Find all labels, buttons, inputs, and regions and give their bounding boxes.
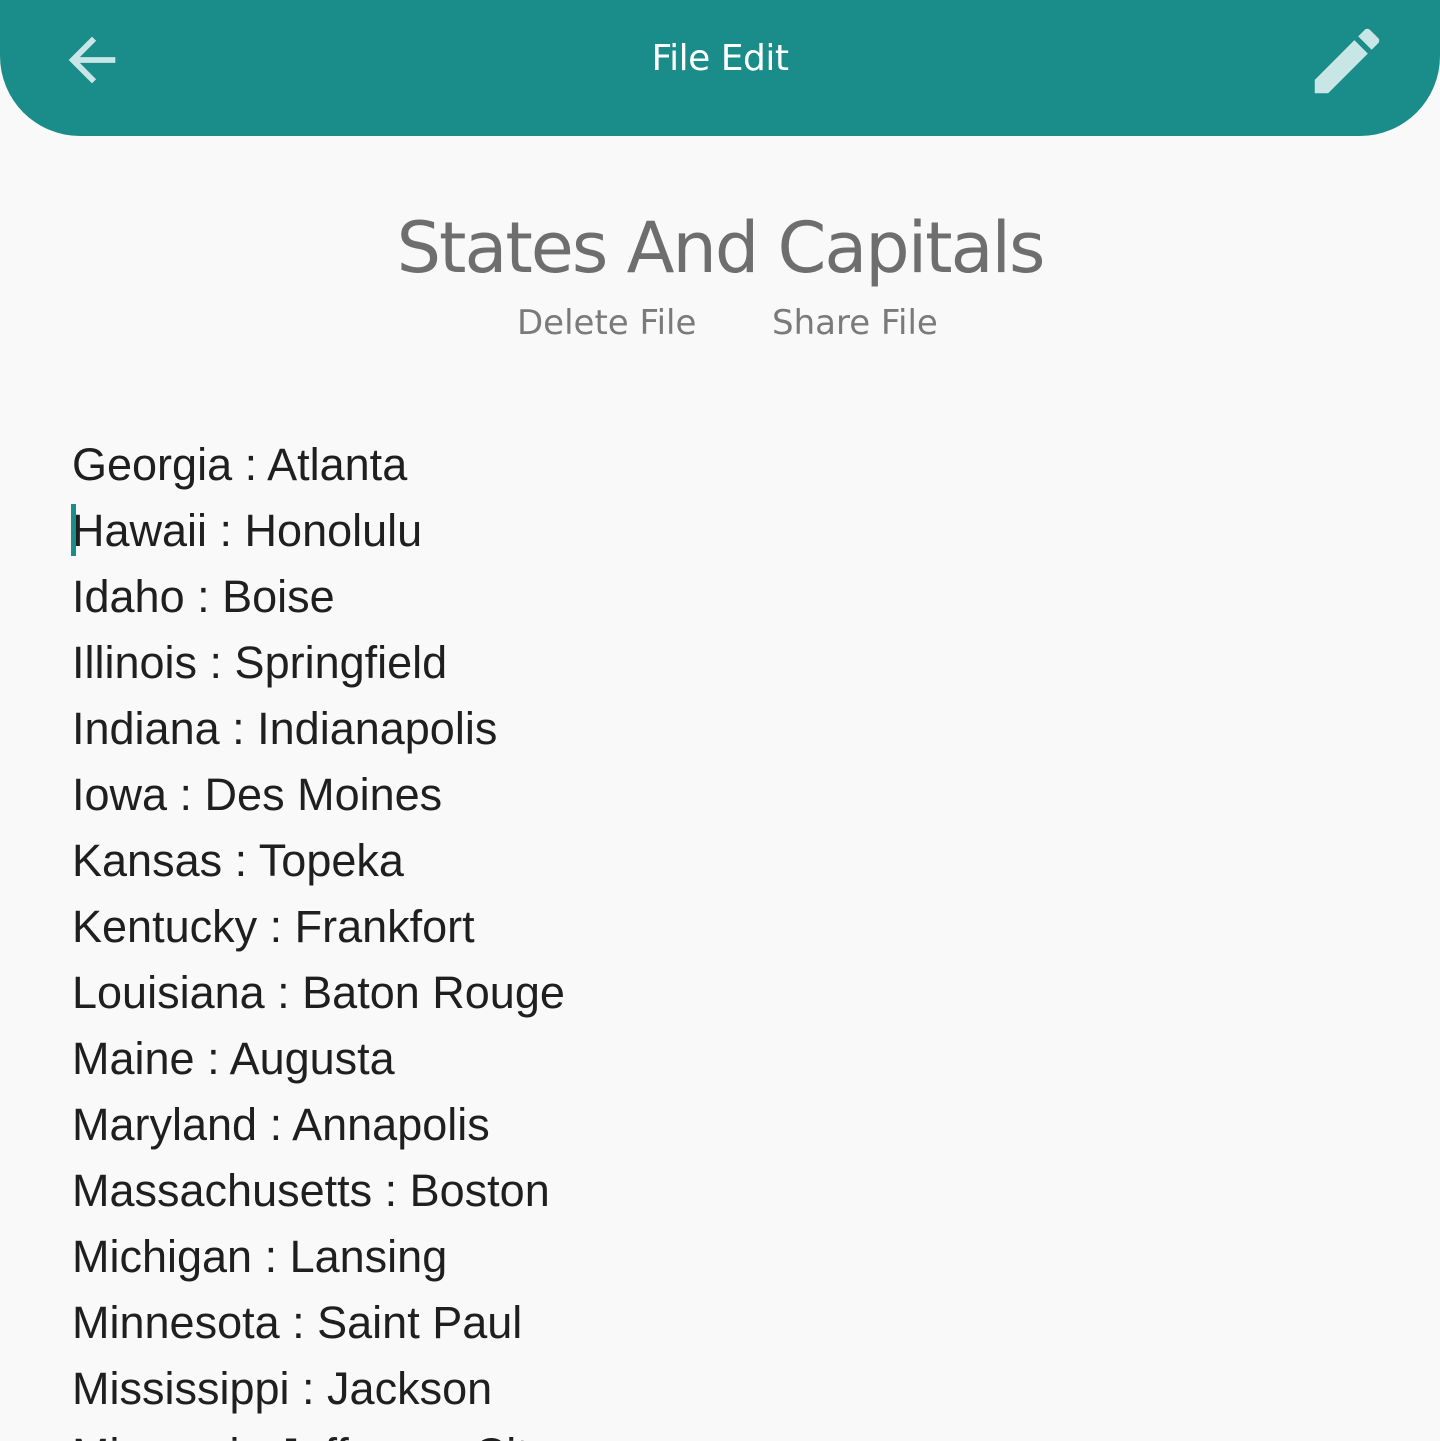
editor-line: Georgia : Atlanta	[72, 439, 408, 490]
editor-line: Idaho : Boise	[72, 571, 335, 622]
edit-button[interactable]	[1300, 16, 1394, 106]
editor-line: Minnesota : Saint Paul	[72, 1297, 523, 1348]
file-content-editor[interactable]: Georgia : Atlanta Hawaii : Honolulu Idah…	[72, 432, 1372, 1441]
editor-line: Mississippi : Jackson	[72, 1363, 493, 1414]
app-bar: File Edit	[0, 0, 1440, 136]
editor-line: Missouri : Jefferson City	[72, 1422, 1372, 1441]
editor-line: Iowa : Des Moines	[72, 769, 443, 820]
editor-line: Massachusetts : Boston	[72, 1165, 550, 1216]
editor-line: Illinois : Springfield	[72, 637, 448, 688]
text-cursor	[71, 504, 76, 556]
editor-line: Michigan : Lansing	[72, 1231, 448, 1282]
share-file-link[interactable]: Share File	[772, 298, 938, 348]
editor-line: Kentucky : Frankfort	[72, 901, 475, 952]
editor-line: Maine : Augusta	[72, 1033, 395, 1084]
editor-line: Louisiana : Baton Rouge	[72, 967, 565, 1018]
pencil-icon	[1314, 28, 1380, 94]
editor-line: Indiana : Indianapolis	[72, 703, 498, 754]
editor-line: Maryland : Annapolis	[72, 1099, 490, 1150]
editor-line: Hawaii : Honolulu	[72, 505, 423, 556]
delete-file-link[interactable]: Delete File	[517, 298, 696, 348]
editor-line: Kansas : Topeka	[72, 835, 404, 886]
file-title: States And Capitals	[396, 207, 1046, 289]
app-bar-title: File Edit	[651, 38, 789, 79]
